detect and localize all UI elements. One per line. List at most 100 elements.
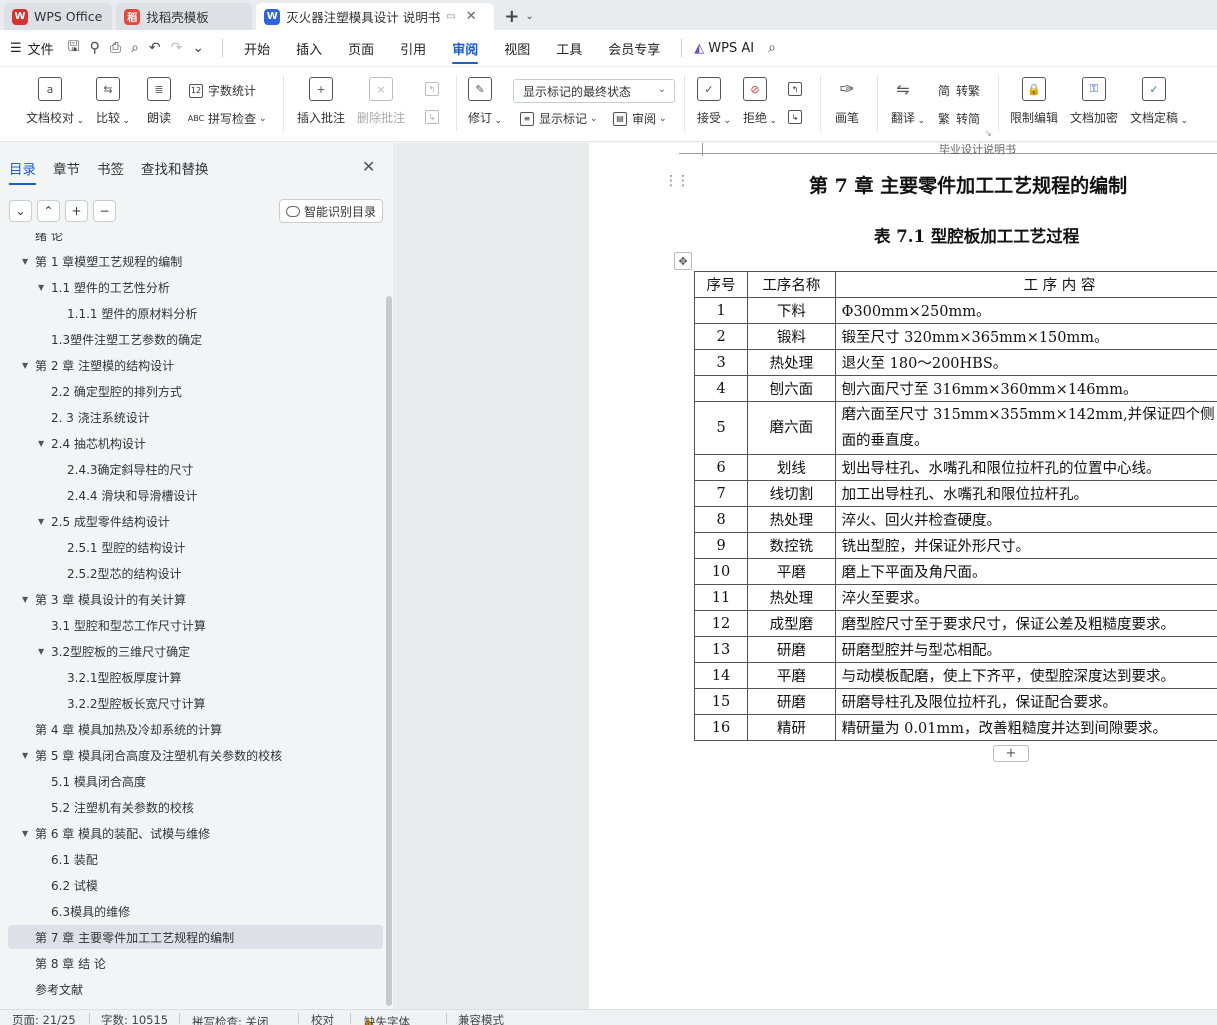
cell-process-content[interactable]: 退火至 180～200HBS。 [834, 349, 1217, 376]
spell-check-indicator[interactable]: 拼写检查: 关闭 ⌄ [192, 1012, 269, 1025]
tab-find-replace[interactable]: 查找和替换 [141, 158, 209, 184]
compare-button[interactable]: ⇆ 比较 ⌄ [96, 77, 130, 126]
toc-item[interactable]: 6.1 装配 [8, 847, 383, 871]
toc-item[interactable]: 参考文献 [8, 977, 383, 1001]
cell-no[interactable]: 1 [693, 297, 749, 324]
print-preview-icon[interactable]: ⌕ [131, 40, 139, 56]
cell-process-name[interactable]: 研磨 [747, 636, 836, 663]
expand-triangle-icon[interactable]: ▼ [38, 283, 44, 292]
review-pane-button[interactable]: ▤ 审阅 ⌄ [613, 110, 667, 127]
next-change-button[interactable]: ↳ [788, 110, 807, 124]
cell-process-content[interactable]: 精研量为 0.01mm，改善粗糙度并达到间隙要求。 [834, 714, 1217, 741]
search-icon[interactable]: ⌕ [768, 40, 776, 56]
cell-process-content[interactable]: 研磨导柱孔及限位拉杆孔，保证配合要求。 [834, 688, 1217, 715]
toc-item[interactable]: 2.5.2型芯的结构设计 [8, 561, 383, 585]
accept-button[interactable]: ✓ 接受 ⌄ [697, 77, 731, 126]
smart-toc-button[interactable]: 智能识别目录 [279, 199, 383, 223]
expand-triangle-icon[interactable]: ▼ [22, 751, 28, 760]
cell-process-content[interactable]: 淬火至要求。 [834, 584, 1217, 611]
insert-comment-button[interactable]: + 插入批注 [297, 77, 345, 126]
pen-button[interactable]: ✑ 画笔 [835, 77, 859, 126]
tab-insert[interactable]: 插入 [296, 31, 322, 66]
undo-icon[interactable]: ↶ [149, 40, 161, 56]
expand-triangle-icon[interactable]: ▼ [38, 517, 44, 526]
to-traditional-button[interactable]: 简转繁 [937, 82, 980, 99]
toc-item[interactable]: ▼ 2.5 成型零件结构设计 [8, 509, 383, 533]
cell-process-name[interactable]: 锻料 [747, 323, 836, 350]
toc-item[interactable]: 2.5.1 型腔的结构设计 [8, 535, 383, 559]
expand-triangle-icon[interactable]: ▼ [22, 595, 28, 604]
close-pane-icon[interactable]: ✕ [362, 157, 375, 176]
markup-mode-select[interactable]: 显示标记的最终状态 ⌄ [513, 79, 675, 103]
cell-process-name[interactable]: 热处理 [747, 506, 836, 533]
tab-member[interactable]: 会员专享 [608, 31, 660, 66]
to-simplified-button[interactable]: 繁转简 [937, 110, 980, 127]
toc-item[interactable]: ▼ 1.1 塑件的工艺性分析 [8, 275, 383, 299]
cell-no[interactable]: 3 [693, 349, 749, 376]
tab-start[interactable]: 开始 [244, 31, 270, 66]
toc-item[interactable]: 2.4.4 滑块和导滑槽设计 [8, 483, 383, 507]
cell-no[interactable]: 8 [693, 506, 749, 533]
cell-process-name[interactable]: 平磨 [747, 558, 836, 585]
tab-tools[interactable]: 工具 [556, 31, 582, 66]
cell-process-name[interactable]: 热处理 [747, 349, 836, 376]
format-painter-icon[interactable]: ⚲ [90, 40, 100, 56]
toc-item[interactable]: ▼ 3.2型腔板的三维尺寸确定 [8, 639, 383, 663]
toc-item[interactable]: 3.2.1型腔板厚度计算 [8, 665, 383, 689]
cell-process-name[interactable]: 下料 [747, 297, 836, 324]
file-menu[interactable]: ☰ 文件 [10, 39, 54, 58]
cell-process-name[interactable]: 线切割 [747, 480, 836, 507]
toc-item[interactable]: 3.1 型腔和型芯工作尺寸计算 [8, 613, 383, 637]
cell-process-name[interactable]: 划线 [747, 454, 836, 481]
tab-view[interactable]: 视图 [504, 31, 530, 66]
wps-ai-button[interactable]: ◭ WPS AI [694, 41, 754, 56]
cell-no[interactable]: 10 [693, 558, 749, 585]
cell-no[interactable]: 4 [693, 375, 749, 402]
expand-triangle-icon[interactable]: ▼ [22, 257, 28, 266]
proof-indicator[interactable]: 校对 [311, 1012, 334, 1025]
redo-icon[interactable]: ↷ [171, 40, 183, 56]
cell-no[interactable]: 7 [693, 480, 749, 507]
collapse-all-button[interactable]: ⌃ [37, 200, 60, 222]
spell-check-button[interactable]: ABC 拼写检查 ⌄ [188, 110, 267, 127]
cell-process-content[interactable]: 刨六面尺寸至 316mm×360mm×146mm。 [834, 375, 1217, 402]
toc-item[interactable]: 1.1.1 塑件的原材料分析 [8, 301, 383, 325]
table-move-icon[interactable]: ✥ [674, 252, 692, 270]
ribbon-expand-icon[interactable]: ↘ [985, 129, 992, 138]
cell-process-content[interactable]: Φ300mm×250mm。 [834, 297, 1217, 324]
encrypt-button[interactable]: ⚿ 文档加密 [1070, 77, 1118, 126]
drag-handle-icon[interactable]: ⋮⋮ [664, 173, 690, 189]
tab-reference[interactable]: 引用 [400, 31, 426, 66]
cell-no[interactable]: 9 [693, 532, 749, 559]
expand-triangle-icon[interactable]: ▼ [22, 361, 28, 370]
chevron-down-icon[interactable]: ⌄ [525, 11, 533, 22]
cell-process-content[interactable]: 磨上下平面及角尺面。 [834, 558, 1217, 585]
cell-process-content[interactable]: 磨六面至尺寸 315mm×355mm×142mm,并保证四个侧面的垂直度。 [834, 401, 1217, 455]
remove-heading-button[interactable]: − [93, 200, 116, 222]
toc-item[interactable]: 2. 3 浇注系统设计 [8, 405, 383, 429]
add-row-button[interactable]: + [993, 745, 1029, 762]
prev-comment-button[interactable]: ↰ [425, 82, 444, 96]
prev-change-button[interactable]: ↰ [788, 82, 807, 96]
tab-wps-office[interactable]: W WPS Office [4, 3, 113, 30]
page-indicator[interactable]: 页面: 21/25 [12, 1012, 76, 1025]
finalize-button[interactable]: ✓ 文档定稿 ⌄ [1130, 77, 1188, 126]
tab-sections[interactable]: 章节 [53, 158, 80, 184]
toc-item[interactable]: ▼ 第 3 章 模具设计的有关计算 [8, 587, 383, 611]
reject-button[interactable]: ⊘ 拒绝 ⌄ [743, 77, 777, 126]
tab-docer[interactable]: 稻 找稻壳模板 [116, 3, 253, 30]
toc-item[interactable]: ▼ 第 5 章 模具闭合高度及注塑机有关参数的校核 [8, 743, 383, 767]
cell-process-name[interactable]: 精研 [747, 714, 836, 741]
toc-item[interactable]: ▼ 第 6 章 模具的装配、试模与维修 [8, 821, 383, 845]
toc-item[interactable]: 第 7 章 主要零件加工工艺规程的编制 [8, 925, 383, 949]
cell-process-name[interactable]: 热处理 [747, 584, 836, 611]
toc-item[interactable]: 2.4.3确定斜导柱的尺寸 [8, 457, 383, 481]
cell-no[interactable]: 6 [693, 454, 749, 481]
word-count-indicator[interactable]: 字数: 10515 [101, 1012, 168, 1025]
toc-item[interactable]: ▼ 第 1 章模塑工艺规程的编制 [8, 249, 383, 273]
toc-item[interactable]: 5.1 模具闭合高度 [8, 769, 383, 793]
cell-process-content[interactable]: 铣出型腔，并保证外形尺寸。 [834, 532, 1217, 559]
doc-check-button[interactable]: a 文档校对 ⌄ [26, 77, 84, 126]
save-icon[interactable]: 🖫 [68, 36, 80, 60]
cell-process-content[interactable]: 淬火、回火并检查硬度。 [834, 506, 1217, 533]
